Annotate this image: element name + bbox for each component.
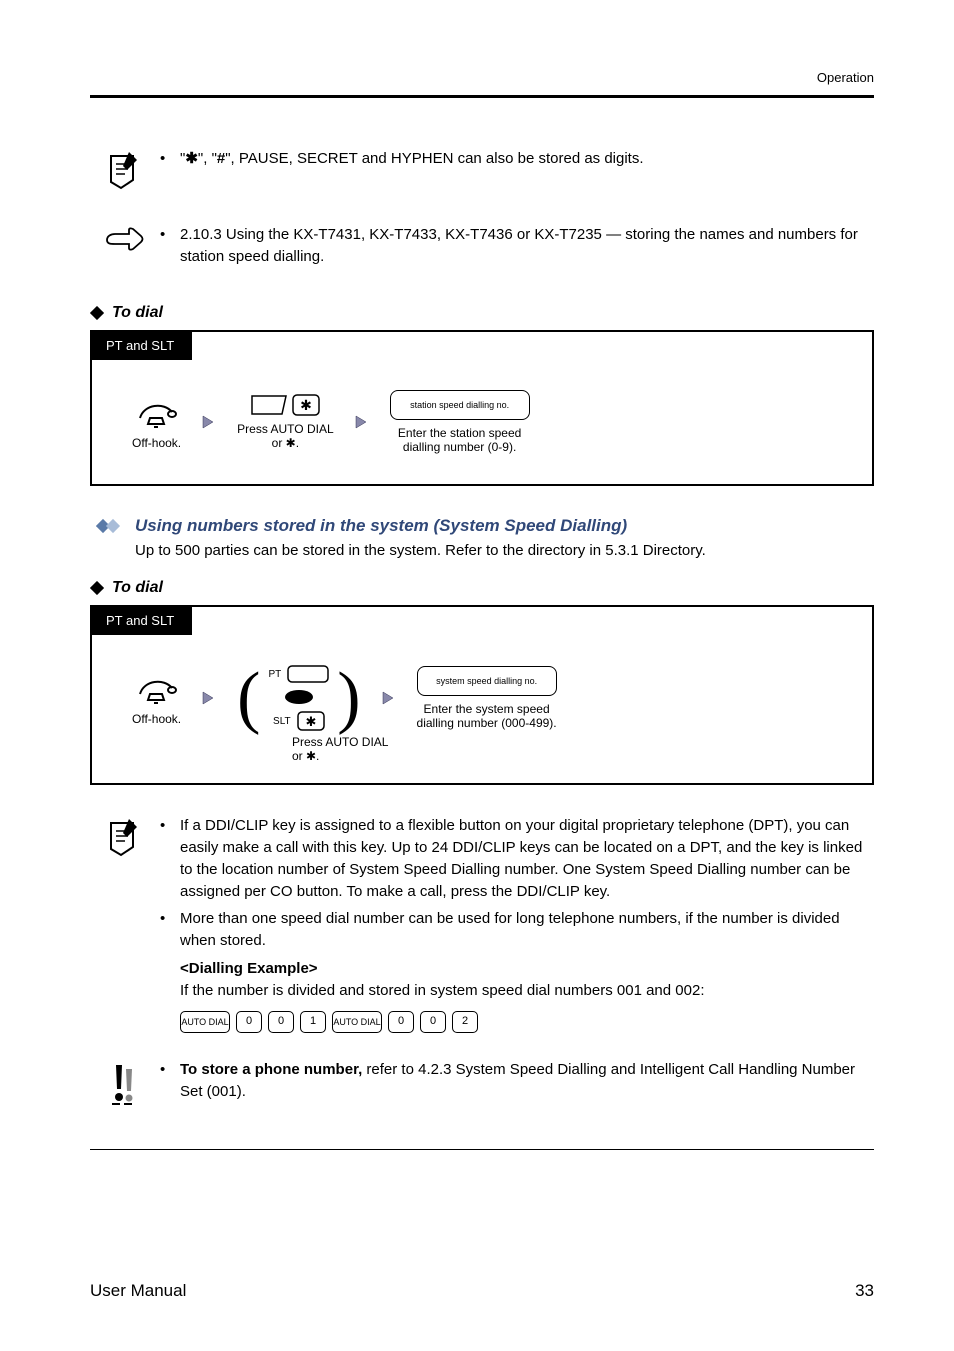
pointing-hand-icon — [105, 226, 145, 252]
proc1-input-box: station speed dialling no. — [390, 390, 530, 420]
warn-text: To store a phone number, refer to 4.2.3 … — [180, 1059, 874, 1103]
exclamation-icon — [106, 1061, 144, 1105]
offhook-icon — [134, 394, 180, 430]
auto-dial-key-icon — [250, 394, 288, 416]
footer-rule — [90, 1149, 874, 1150]
digit-key: 1 — [300, 1011, 326, 1033]
auto-dial-key: AUTO DIAL — [332, 1011, 382, 1033]
double-diamond-icon — [96, 518, 122, 534]
arrow-right-icon — [201, 414, 217, 430]
diamond-icon — [90, 581, 104, 595]
note-icon — [103, 817, 147, 861]
slt-label: SLT — [273, 716, 291, 727]
header-section: Operation — [90, 70, 874, 85]
digit-key: 2 — [452, 1011, 478, 1033]
svg-text:✱: ✱ — [305, 714, 316, 729]
oval-key-icon — [283, 689, 315, 705]
bullet: • — [160, 224, 180, 268]
proc2-step1-label: Off-hook. — [132, 712, 181, 726]
arrow-right-icon — [201, 690, 217, 706]
proc2-input-box: system speed dialling no. — [417, 666, 557, 696]
note2-item2: More than one speed dial number can be u… — [180, 908, 874, 952]
proc1-step3-label: Enter the station speeddialling number (… — [398, 426, 521, 455]
proc1-header: PT and SLT — [92, 332, 192, 360]
proc2-header: PT and SLT — [92, 607, 192, 635]
dialling-example-heading: <Dialling Example> — [180, 960, 318, 977]
star-key-icon: ✱ — [292, 394, 320, 416]
footer-page-number: 33 — [855, 1281, 874, 1301]
auto-dial-key-icon — [287, 665, 329, 683]
digit-key: 0 — [420, 1011, 446, 1033]
digit-key: 0 — [236, 1011, 262, 1033]
proc2-step3-label: Enter the system speeddialling number (0… — [417, 702, 557, 731]
bullet: • — [160, 815, 180, 902]
dialling-example-keys: AUTO DIAL001AUTO DIAL002 — [180, 1011, 874, 1033]
system-speed-body: Up to 500 parties can be stored in the s… — [135, 542, 874, 559]
star-key-icon: ✱ — [297, 711, 325, 731]
arrow-right-icon — [354, 414, 370, 430]
note-icon — [103, 150, 147, 194]
heading-to-dial-2: To dial — [112, 579, 163, 597]
note2-item1: If a DDI/CLIP key is assigned to a flexi… — [180, 815, 874, 902]
left-paren-icon: ( — [237, 677, 260, 719]
proc2-step2-label: Press AUTO DIALor ✱. — [92, 735, 872, 763]
note1-text: "✱", "#", PAUSE, SECRET and HYPHEN can a… — [180, 148, 874, 170]
pt-label: PT — [268, 669, 281, 680]
ref1-text: 2.10.3 Using the KX-T7431, KX-T7433, KX-… — [180, 224, 874, 268]
bullet: • — [160, 148, 180, 170]
heading-to-dial-1: To dial — [112, 304, 163, 322]
proc1-step1-label: Off-hook. — [132, 436, 181, 450]
offhook-icon — [134, 670, 180, 706]
diamond-icon — [90, 306, 104, 320]
dialling-example-text: If the number is divided and stored in s… — [180, 980, 874, 1002]
digit-key: 0 — [388, 1011, 414, 1033]
auto-dial-key: AUTO DIAL — [180, 1011, 230, 1033]
svg-text:✱: ✱ — [301, 397, 313, 413]
header-rule — [90, 95, 874, 98]
arrow-right-icon — [381, 690, 397, 706]
bullet: • — [160, 1059, 180, 1103]
procedure-box-1: PT and SLT Off-hook. ✱ Press AUTO DIALo — [90, 330, 874, 487]
right-paren-icon: ) — [337, 677, 360, 719]
bullet: • — [160, 908, 180, 1039]
system-speed-heading: Using numbers stored in the system (Syst… — [135, 516, 627, 536]
proc1-step2-label: Press AUTO DIALor ✱. — [237, 422, 333, 451]
footer-left: User Manual — [90, 1281, 186, 1301]
digit-key: 0 — [268, 1011, 294, 1033]
procedure-box-2: PT and SLT Off-hook. ( PT — [90, 605, 874, 785]
